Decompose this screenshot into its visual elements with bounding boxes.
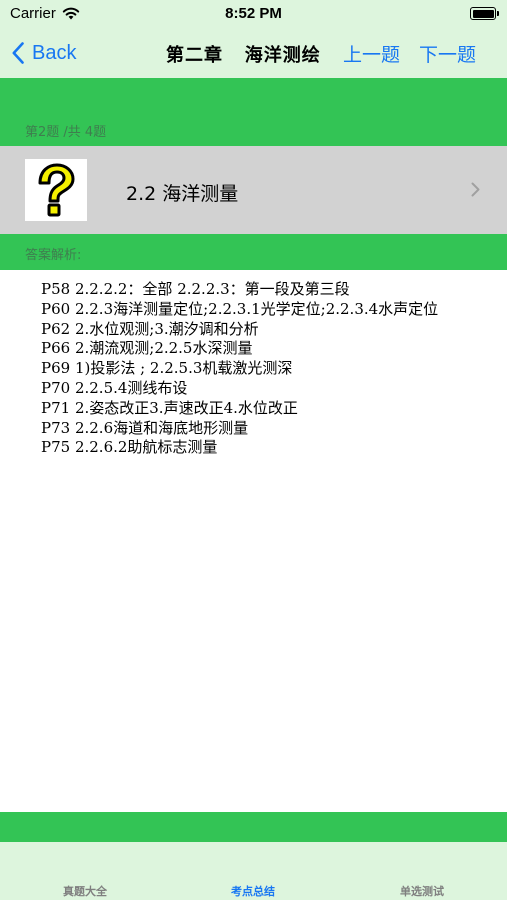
answer-header-row: 答案解析: xyxy=(0,234,507,270)
answer-line: P58 2.2.2.2：全部 2.2.2.3：第一段及第三段 xyxy=(41,280,350,298)
answer-line: P71 2.姿态改正3.声速改正4.水位改正 xyxy=(41,398,298,417)
tab-single-choice-test[interactable]: 单选测试 xyxy=(362,883,482,899)
battery-icon xyxy=(470,7,499,20)
question-counter-row: 第2题 /共 4题 xyxy=(0,112,507,146)
previous-question-button[interactable]: 上一题 xyxy=(343,40,400,67)
answer-label: 答案解析: xyxy=(25,248,82,263)
status-time: 8:52 PM xyxy=(225,5,282,22)
answer-line: P69 1)投影法 ; 2.2.5.3机载激光测深 xyxy=(41,359,293,378)
chevron-right-icon xyxy=(471,182,480,197)
status-bar: Carrier 8:52 PM xyxy=(0,0,507,30)
tab-bar: 真题大全 考点总结 单选测试 xyxy=(0,842,507,900)
page-title: 第二章 海洋测绘 xyxy=(166,45,321,66)
next-question-button[interactable]: 下一题 xyxy=(419,40,476,67)
answer-text: P58 2.2.2.2：全部 2.2.2.3：第一段及第三段 P60 2.2.3… xyxy=(41,280,438,458)
header-band xyxy=(0,78,507,112)
back-label: Back xyxy=(32,41,77,64)
answer-line: P75 2.2.6.2助航标志测量 xyxy=(41,438,218,457)
answer-line: P62 2.水位观测;3.潮汐调和分析 xyxy=(41,319,259,338)
answer-line: P70 2.2.5.4测线布设 xyxy=(41,378,188,397)
answer-line: P66 2.潮流观测;2.2.5水深测量 xyxy=(41,339,253,358)
question-title: 2.2 海洋测量 xyxy=(126,183,239,205)
question-topic-row[interactable]: 2.2 海洋测量 xyxy=(0,146,507,234)
tab-exam-questions[interactable]: 真题大全 xyxy=(25,883,145,899)
question-counter: 第2题 /共 4题 xyxy=(25,125,107,140)
tab-key-points[interactable]: 考点总结 xyxy=(193,883,313,899)
question-mark-icon xyxy=(25,159,87,221)
answer-line: P60 2.2.3海洋测量定位;2.2.3.1光学定位;2.2.3.4水声定位 xyxy=(41,299,439,318)
answer-line: P73 2.2.6海道和海底地形测量 xyxy=(41,418,249,437)
footer-band xyxy=(0,812,507,842)
navigation-bar: Back 第二章 海洋测绘 上一题 下一题 xyxy=(0,30,507,78)
back-button[interactable]: Back xyxy=(12,38,76,68)
answer-content: P58 2.2.2.2：全部 2.2.2.3：第一段及第三段 P60 2.2.3… xyxy=(0,270,507,812)
chevron-left-icon xyxy=(12,42,24,64)
